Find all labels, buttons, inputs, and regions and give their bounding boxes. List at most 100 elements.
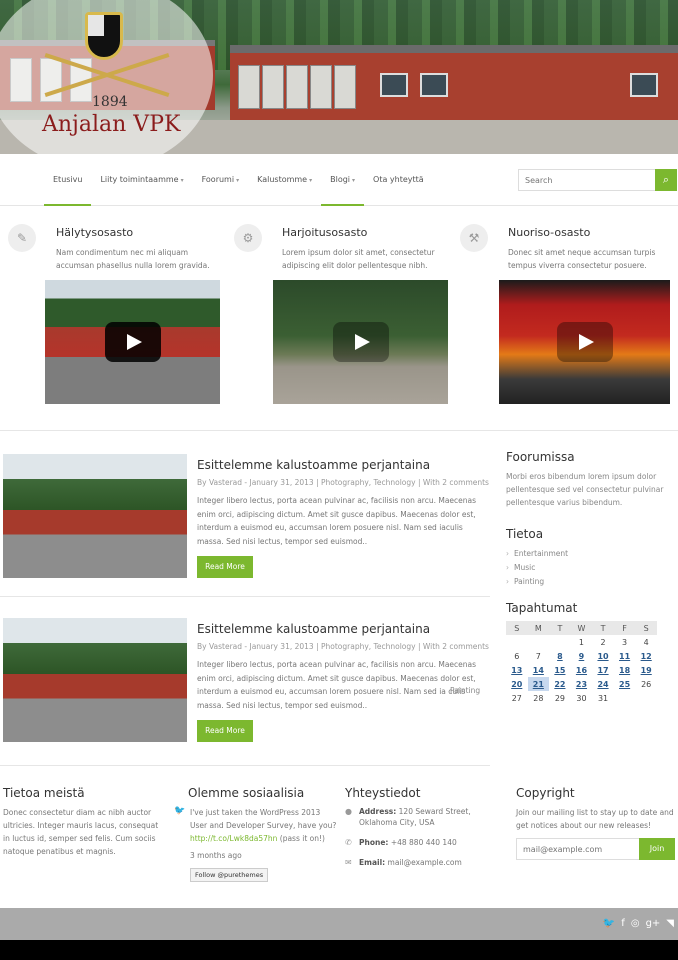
video-thumbnail[interactable]: [499, 280, 670, 404]
rss-icon[interactable]: ◥: [666, 918, 674, 929]
read-more-button[interactable]: Read More: [197, 720, 253, 742]
follow-button[interactable]: Follow @purethemes: [190, 868, 269, 882]
calendar-day-link[interactable]: 24: [592, 677, 614, 691]
footer-social: Olemme sosiaalisia 🐦 I've just taken the…: [174, 786, 339, 882]
video-thumbnail[interactable]: [273, 280, 448, 404]
nav-item-etusivu[interactable]: Etusivu: [44, 154, 92, 206]
video-thumbnail[interactable]: [45, 280, 220, 404]
calendar-day-link[interactable]: 10: [592, 649, 614, 663]
play-icon[interactable]: [556, 322, 613, 362]
search-button[interactable]: ⌕: [655, 169, 677, 191]
play-icon[interactable]: [332, 322, 389, 362]
address-row: ● Address: 120 Seward Street, Oklahoma C…: [345, 806, 495, 828]
tweet-suffix: (pass it on!): [279, 834, 325, 843]
info-list: Entertainment Music Painting: [506, 547, 666, 589]
nav-label: Kalustomme: [257, 175, 308, 184]
twitter-icon: 🐦: [174, 806, 186, 816]
post-image[interactable]: [3, 618, 187, 742]
location-icon: ●: [345, 807, 352, 816]
calendar-day-header: M: [527, 621, 550, 635]
join-button[interactable]: Join: [639, 838, 675, 860]
nav-label: Blogi: [330, 175, 351, 184]
calendar-day-link[interactable]: 19: [635, 663, 657, 677]
post-image[interactable]: [3, 454, 187, 578]
nav-item-kalustomme[interactable]: Kalustomme ▾: [248, 154, 321, 206]
post-title[interactable]: Esittelemme kalustoamme perjantaina: [197, 622, 430, 636]
calendar-day-link[interactable]: 14: [528, 663, 550, 677]
painting-overflow-label[interactable]: Painting: [450, 686, 480, 695]
calendar-day: 29: [554, 693, 565, 703]
nav-item-liity[interactable]: Liity toimintaamme ▾: [91, 154, 192, 206]
calendar-day-link[interactable]: 8: [549, 649, 571, 663]
tweet-time: 3 months ago: [190, 851, 242, 860]
facebook-icon[interactable]: f: [621, 918, 625, 929]
twitter-icon[interactable]: 🐦: [603, 918, 615, 929]
tweet-link[interactable]: http://t.co/Lwk8da57hn: [190, 834, 277, 843]
search-icon: ⌕: [662, 173, 670, 186]
read-more-button[interactable]: Read More: [197, 556, 253, 578]
feature-text: Nam condimentum nec mi aliquam accumsan …: [56, 248, 210, 270]
nav-item-foorumi[interactable]: Foorumi ▾: [193, 154, 249, 206]
feature-title[interactable]: Nuoriso-osasto: [508, 226, 590, 239]
calendar-day: 3: [622, 637, 628, 647]
list-item[interactable]: Painting: [506, 575, 666, 589]
calendar-day-link[interactable]: 16: [571, 663, 593, 677]
footer-about: Tietoa meistä Donec consectetur diam ac …: [3, 786, 163, 858]
shield-icon: [85, 12, 123, 60]
sidebar: Foorumissa Morbi eros bibendum lorem ips…: [506, 450, 666, 705]
chevron-down-icon: ▾: [309, 177, 313, 184]
feature-title[interactable]: Harjoitusosasto: [282, 226, 367, 239]
main-navigation: Etusivu Liity toimintaamme ▾ Foorumi ▾ Kal…: [0, 154, 678, 206]
list-item[interactable]: Music: [506, 561, 666, 575]
calendar-day-link[interactable]: 20: [506, 677, 528, 691]
list-item[interactable]: Entertainment: [506, 547, 666, 561]
calendar-day-header: F: [613, 621, 636, 635]
email-label: Email:: [359, 858, 386, 867]
calendar-day: 2: [600, 637, 606, 647]
email-value[interactable]: mail@example.com: [388, 858, 462, 867]
calendar-day-link[interactable]: 9: [571, 649, 593, 663]
calendar-day-link[interactable]: 13: [506, 663, 528, 677]
window: [630, 73, 658, 97]
chevron-down-icon: ▾: [236, 177, 240, 184]
social-icons: 🐦 f ◎ g+ ◥: [603, 918, 674, 929]
calendar-day-link[interactable]: 12: [635, 649, 657, 663]
nav-label: Foorumi: [201, 175, 235, 184]
calendar-day-link[interactable]: 23: [571, 677, 593, 691]
calendar-day-header: S: [506, 621, 528, 635]
calendar-day-today[interactable]: 21: [527, 677, 550, 691]
dribbble-icon[interactable]: ◎: [631, 918, 640, 929]
nav-item-blogi[interactable]: Blogi ▾: [321, 154, 364, 206]
google-plus-icon[interactable]: g+: [646, 918, 661, 929]
calendar-day-header: S: [635, 621, 657, 635]
newsletter-email-input[interactable]: [516, 838, 640, 860]
nav-menu: Etusivu Liity toimintaamme ▾ Foorumi ▾ Kal…: [44, 154, 433, 206]
calendar-day: 30: [576, 693, 587, 703]
calendar-day-link[interactable]: 11: [614, 649, 636, 663]
divider: [0, 765, 490, 766]
nav-item-ota-yhteytta[interactable]: Ota yhteyttä: [364, 154, 433, 206]
window: [420, 73, 448, 97]
search-input[interactable]: [518, 169, 656, 191]
post-meta: By Vasterad - January 31, 2013 | Photogr…: [197, 642, 489, 651]
logo-name[interactable]: Anjalan VPK: [42, 112, 180, 137]
calendar-day: [549, 635, 571, 649]
play-icon[interactable]: [104, 322, 161, 362]
calendar-day-link[interactable]: 17: [592, 663, 614, 677]
nav-label: Ota yhteyttä: [373, 175, 424, 184]
calendar-day: [614, 691, 636, 705]
calendar-day-link[interactable]: 15: [549, 663, 571, 677]
divider: [0, 596, 490, 597]
calendar-day: 4: [643, 637, 649, 647]
post-title[interactable]: Esittelemme kalustoamme perjantaina: [197, 458, 430, 472]
calendar-day-link[interactable]: 18: [614, 663, 636, 677]
calendar-day-link[interactable]: 25: [614, 677, 636, 691]
email-icon: ✉: [345, 858, 352, 867]
events-title: Tapahtumat: [506, 601, 578, 615]
forum-text: Morbi eros bibendum lorem ipsum dolor pe…: [506, 472, 664, 507]
feature-title[interactable]: Hälytysosasto: [56, 226, 133, 239]
forum-title: Foorumissa: [506, 450, 575, 464]
calendar-day-link[interactable]: 22: [549, 677, 571, 691]
calendar-day: [635, 691, 657, 705]
email-row: ✉ Email: mail@example.com: [345, 857, 495, 868]
